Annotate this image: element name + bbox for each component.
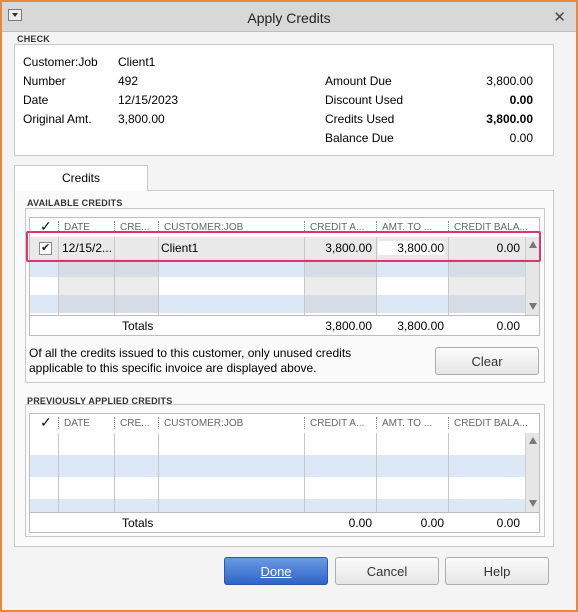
credit-no-column-header[interactable]: CRE... xyxy=(120,418,149,429)
apply-credits-window: Apply Credits ✕ CHECK Customer:Job Clien… xyxy=(0,0,578,612)
totals-amt-to-use: 3,800.00 xyxy=(397,319,444,333)
scroll-up-icon[interactable] xyxy=(529,241,537,248)
customer-job-column-header[interactable]: CUSTOMER:JOB xyxy=(164,222,243,233)
available-credits-note-line1: Of all the credits issued to this custom… xyxy=(29,346,352,360)
row-checkbox[interactable] xyxy=(39,241,52,255)
totals-credit-amt: 3,800.00 xyxy=(325,319,372,333)
row-credit-amt: 3,800.00 xyxy=(325,241,372,255)
date-value: 12/15/2023 xyxy=(118,93,179,107)
totals-credit-amt: 0.00 xyxy=(348,516,372,530)
available-credits-panel: ✓ DATE CRE... CUSTOMER:JOB CREDIT A... A… xyxy=(25,208,545,383)
check-section-label: CHECK xyxy=(17,34,51,44)
row-customer-job: Client1 xyxy=(161,241,199,255)
discount-used-value: 0.00 xyxy=(509,93,533,107)
table-row[interactable]: 12/15/2... Client1 3,800.00 3,800.00 0.0… xyxy=(30,237,525,259)
scroll-down-icon[interactable] xyxy=(529,500,537,507)
amount-due-label: Amount Due xyxy=(325,74,392,88)
totals-label: Totals xyxy=(122,319,154,333)
date-column-header[interactable]: DATE xyxy=(64,222,90,233)
empty-row xyxy=(30,455,525,477)
credits-tab-panel: AVAILABLE CREDITS ✓ DATE CRE... CUSTOMER… xyxy=(14,190,554,547)
check-column-header[interactable]: ✓ xyxy=(40,218,52,235)
available-credits-grid: ✓ DATE CRE... CUSTOMER:JOB CREDIT A... A… xyxy=(29,217,540,336)
tab-credits[interactable]: Credits xyxy=(14,165,148,191)
done-button[interactable]: Done xyxy=(224,557,328,585)
amount-due-value: 3,800.00 xyxy=(486,74,533,88)
original-amt-value: 3,800.00 xyxy=(118,112,165,126)
totals-credit-balance: 0.00 xyxy=(496,516,520,530)
empty-row xyxy=(30,433,525,455)
grid-header: ✓ DATE CRE... CUSTOMER:JOB CREDIT A... A… xyxy=(30,218,539,236)
available-credits-note-line2: applicable to this specific invoice are … xyxy=(29,361,317,375)
help-button[interactable]: Help xyxy=(445,557,549,585)
totals-row: Totals 0.00 0.00 0.00 xyxy=(30,512,539,532)
credits-used-label: Credits Used xyxy=(325,112,395,126)
check-info-panel: Customer:Job Client1 Number 492 Date 12/… xyxy=(14,44,554,156)
vertical-scrollbar[interactable] xyxy=(525,237,539,315)
empty-row xyxy=(30,499,525,512)
date-label: Date xyxy=(23,93,49,107)
clear-button[interactable]: Clear xyxy=(435,347,539,375)
row-credit-balance: 0.00 xyxy=(496,241,520,255)
date-column-header[interactable]: DATE xyxy=(64,418,90,429)
available-credits-label: AVAILABLE CREDITS xyxy=(27,198,123,208)
amt-to-use-column-header[interactable]: AMT. TO ... xyxy=(382,222,432,233)
credits-used-value: 3,800.00 xyxy=(486,112,533,126)
customer-job-label: Customer:Job xyxy=(23,55,98,69)
customer-job-column-header[interactable]: CUSTOMER:JOB xyxy=(164,418,243,429)
scroll-down-icon[interactable] xyxy=(529,303,537,310)
totals-credit-balance: 0.00 xyxy=(496,319,520,333)
empty-row xyxy=(30,477,525,499)
number-label: Number xyxy=(23,74,66,88)
customer-job-value: Client1 xyxy=(118,55,156,69)
credit-balance-column-header[interactable]: CREDIT BALA... xyxy=(454,418,528,429)
window-title: Apply Credits xyxy=(247,10,331,26)
grid-header: ✓ DATE CRE... CUSTOMER:JOB CREDIT A... A… xyxy=(30,414,539,432)
credit-no-column-header[interactable]: CRE... xyxy=(120,222,149,233)
amt-to-use-column-header[interactable]: AMT. TO ... xyxy=(382,418,432,429)
previously-applied-credits-panel: ✓ DATE CRE... CUSTOMER:JOB CREDIT A... A… xyxy=(25,404,545,537)
vertical-scrollbar[interactable] xyxy=(525,433,539,512)
totals-row: Totals 3,800.00 3,800.00 0.00 xyxy=(30,315,539,335)
previously-applied-grid: ✓ DATE CRE... CUSTOMER:JOB CREDIT A... A… xyxy=(29,413,540,533)
row-date: 12/15/2... xyxy=(62,241,113,255)
totals-label: Totals xyxy=(122,516,154,530)
done-button-label: Done xyxy=(260,564,292,579)
cancel-button[interactable]: Cancel xyxy=(335,557,439,585)
number-value: 492 xyxy=(118,74,139,88)
credit-balance-column-header[interactable]: CREDIT BALA... xyxy=(454,222,528,233)
close-icon[interactable]: ✕ xyxy=(553,8,566,26)
scroll-up-icon[interactable] xyxy=(529,437,537,444)
balance-due-label: Balance Due xyxy=(325,131,394,145)
totals-amt-to-use: 0.00 xyxy=(420,516,444,530)
credit-amt-column-header[interactable]: CREDIT A... xyxy=(310,418,364,429)
credit-amt-column-header[interactable]: CREDIT A... xyxy=(310,222,364,233)
title-bar: Apply Credits ✕ xyxy=(2,2,576,32)
original-amt-label: Original Amt. xyxy=(23,112,92,126)
check-column-header[interactable]: ✓ xyxy=(40,414,52,431)
discount-used-label: Discount Used xyxy=(325,93,404,107)
row-amt-to-use[interactable]: 3,800.00 xyxy=(378,241,444,255)
balance-due-value: 0.00 xyxy=(509,131,533,145)
